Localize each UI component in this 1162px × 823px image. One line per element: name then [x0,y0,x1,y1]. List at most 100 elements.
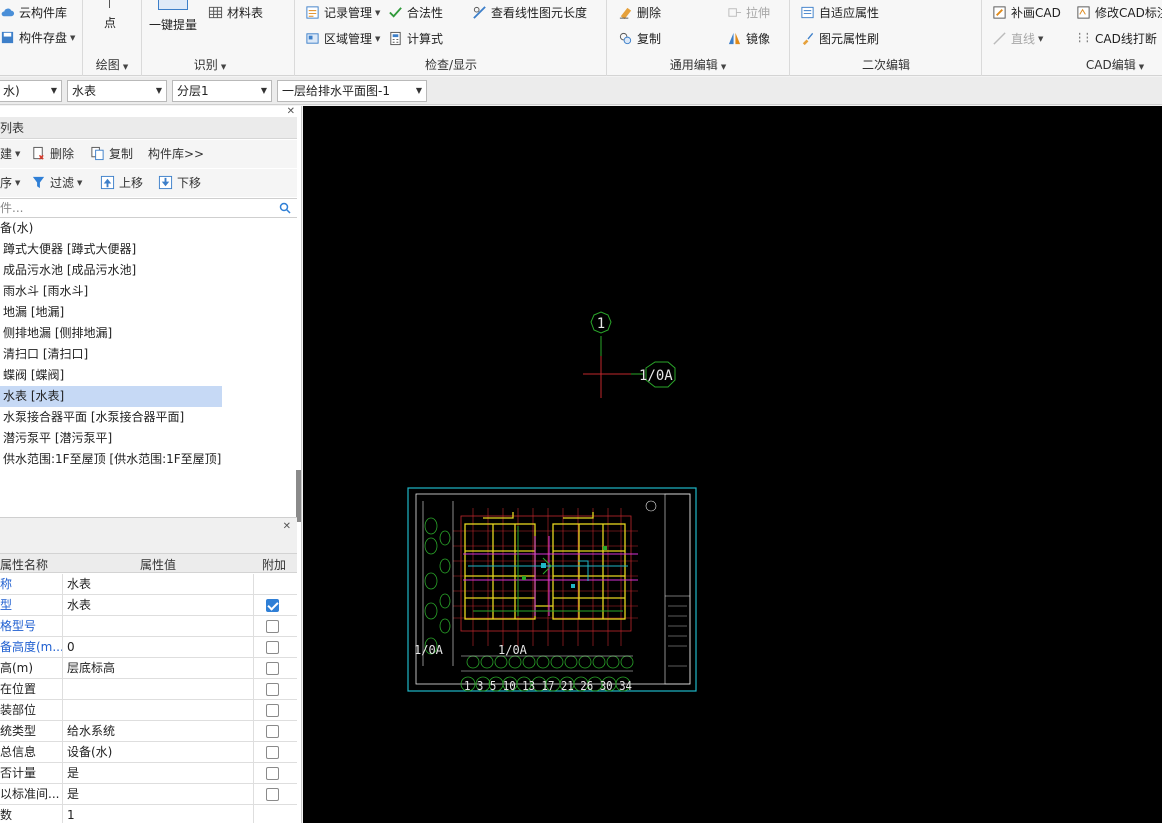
view-linear-length-button[interactable]: 查看线性图元长度 [472,4,587,21]
line-button[interactable]: 直线 ▼ [992,30,1043,47]
property-extra-checkbox[interactable] [266,641,279,654]
component-save-button[interactable]: 构件存盘 ▼ [0,29,75,46]
list-item[interactable]: 潜污泵平 [潜污泵平] [3,428,112,449]
property-row[interactable]: 数1 [0,805,297,823]
group-label-secondary-edit: 二次编辑 [861,58,910,72]
property-row[interactable]: 装部位 [0,700,297,721]
property-extra-checkbox[interactable] [266,662,279,675]
property-row[interactable]: 以标准间... 是 [0,784,297,805]
property-row[interactable]: 统类型 给水系统 [0,721,297,742]
close-icon[interactable]: ✕ [287,106,295,117]
property-value[interactable] [62,700,254,721]
break-icon [1079,32,1088,45]
calc-formula-button[interactable]: 计算式 [388,30,443,47]
property-extra-checkbox[interactable] [266,788,279,801]
property-value[interactable]: 设备(水) [62,742,254,763]
material-table-button[interactable]: 材料表 [208,4,263,21]
chevron-down-icon: ▼ [70,33,76,42]
property-extra-checkbox[interactable] [266,725,279,738]
property-row[interactable]: 格型号 [0,616,297,637]
new-component-button[interactable]: 建 ▼ [0,145,20,162]
cad-line-break-button[interactable]: CAD线打断 [1076,30,1157,47]
cloud-library-button[interactable]: 云构件库 [0,4,67,21]
property-value[interactable]: 是 [62,763,254,784]
property-value[interactable]: 给水系统 [62,721,254,742]
property-name: 总信息 [0,745,37,759]
property-value[interactable]: 水表 [62,595,254,616]
point-button[interactable]: 点 [104,14,116,31]
mirror-button[interactable]: 镜像 [727,30,770,47]
component-library-button[interactable]: 构件库>> [148,145,204,162]
close-icon[interactable]: ✕ [283,521,291,532]
property-extra-checkbox[interactable] [266,599,279,612]
stretch-button[interactable]: 拉伸 [727,4,770,21]
brush-icon [802,32,814,46]
tree-category[interactable]: 备(水) [0,218,33,239]
delete-component-button[interactable]: 删除 [31,145,74,162]
record-management-button[interactable]: 记录管理 ▼ [305,4,380,21]
property-row[interactable]: 高(m) 层底标高 [0,658,297,679]
property-value[interactable]: 0 [62,637,254,658]
property-value[interactable] [62,616,254,637]
property-row[interactable]: 在位置 [0,679,297,700]
list-item[interactable]: 蹲式大便器 [蹲式大便器] [3,239,136,260]
area-management-button[interactable]: 区域管理 ▼ [305,30,380,47]
chevron-down-icon: ▼ [260,86,267,95]
property-extra-checkbox[interactable] [266,767,279,780]
list-item[interactable]: 供水范围:1F至屋顶 [供水范围:1F至屋顶] [3,449,221,470]
scrollbar-thumb[interactable] [296,470,301,522]
property-row[interactable]: 总信息 设备(水) [0,742,297,763]
modify-cad-label-button[interactable]: 修改CAD标注 [1076,4,1162,21]
search-icon[interactable] [279,202,291,214]
property-extra-checkbox[interactable] [266,620,279,633]
property-value[interactable] [62,679,254,700]
property-value[interactable]: 是 [62,784,254,805]
move-up-button[interactable]: 上移 [100,174,143,191]
property-name: 否计量 [0,766,37,780]
list-item[interactable]: 水泵接合器平面 [水泵接合器平面] [3,407,184,428]
header-extra: 附加 [262,558,287,572]
filter-button[interactable]: 过滤 ▼ [31,174,82,191]
list-item[interactable]: 成品污水池 [成品污水池] [3,260,136,281]
adaptive-attribute-button[interactable]: 自适应属性 [800,4,879,21]
property-value[interactable]: 1 [62,805,254,823]
sort-button[interactable]: 序 ▼ [0,174,20,191]
validity-check-button[interactable]: 合法性 [388,4,443,21]
property-name: 格型号 [0,619,37,633]
component-type-select[interactable]: 水表 ▼ [67,80,167,102]
delete-button[interactable]: 删除 [618,4,661,21]
list-item[interactable]: 清扫口 [清扫口] [3,344,88,365]
list-item[interactable]: 蝶阀 [蝶阀] [3,365,64,386]
move-down-button[interactable]: 下移 [158,174,201,191]
component-save-label: 构件存盘 [19,31,68,45]
list-item-selected[interactable]: 水表 [水表] [0,386,222,407]
property-extra-checkbox[interactable] [266,704,279,717]
property-extra-checkbox[interactable] [266,746,279,759]
property-value[interactable]: 层底标高 [62,658,254,679]
property-row[interactable]: 否计量 是 [0,763,297,784]
list-item[interactable]: 雨水斗 [雨水斗] [3,281,88,302]
one-key-quantity-button[interactable]: 一键提量 [149,16,197,33]
plan-mid-label: 1/0A [498,643,528,657]
drawing-select[interactable]: 一层给排水平面图-1 ▼ [277,80,427,102]
property-row[interactable]: 型 水表 [0,595,297,616]
cad-canvas[interactable]: 1 1/0A 1/0A 1/0A 1 3 5 10 13 17 21 26 30… [303,106,1162,823]
property-row[interactable]: 备高度(m... 0 [0,637,297,658]
group-divider [981,0,982,76]
material-table-label: 材料表 [227,6,264,20]
property-row[interactable]: 称 水表 [0,574,297,595]
discipline-value: 水) [3,84,20,98]
property-value[interactable]: 水表 [62,574,254,595]
property-extra-checkbox[interactable] [266,683,279,696]
list-item[interactable]: 地漏 [地漏] [3,302,64,323]
ribbon: 云构件库 构件存盘▼ 点 绘图▼ 一键提量 材料表 识别▼ 记录管理▼ [0,0,1162,76]
floor-select[interactable]: 分层1 ▼ [172,80,272,102]
attribute-brush-button[interactable]: 图元属性刷 [800,30,879,47]
copy-button[interactable]: 复制 [618,30,661,47]
redraw-cad-button[interactable]: 补画CAD [992,4,1061,21]
validity-check-label: 合法性 [407,6,444,20]
list-item[interactable]: 侧排地漏 [侧排地漏] [3,323,112,344]
discipline-select[interactable]: 水) ▼ [0,80,62,102]
copy-component-button[interactable]: 复制 [90,145,133,162]
component-search-input[interactable]: 件... [0,198,297,218]
